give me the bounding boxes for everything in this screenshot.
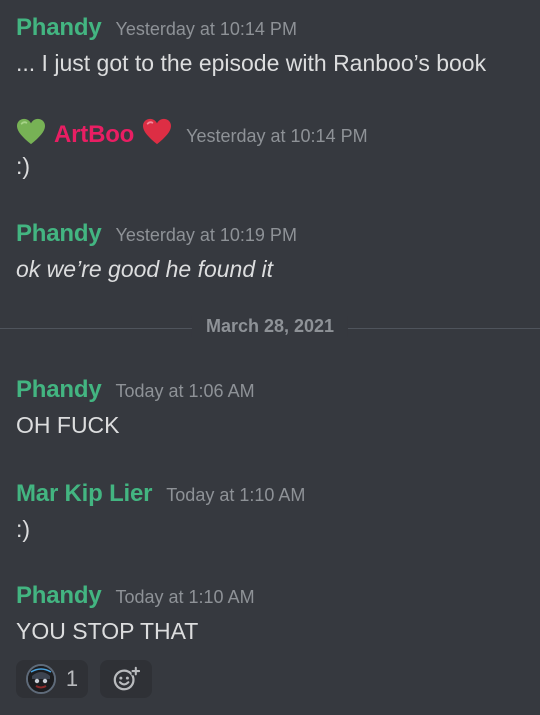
message-header: Phandy Yesterday at 10:14 PM	[16, 14, 530, 42]
message-header: Mar Kip Lier Today at 1:10 AM	[16, 480, 530, 508]
custom-emoji-icon	[25, 664, 56, 694]
timestamp: Today at 1:10 AM	[166, 485, 306, 505]
date-divider: March 28, 2021	[0, 316, 540, 337]
author-name[interactable]: Phandy	[16, 220, 102, 248]
message: Phandy Today at 1:10 AM YOU STOP THAT	[16, 582, 530, 645]
message: Mar Kip Lier Today at 1:10 AM :)	[16, 480, 530, 543]
message-header: Phandy Today at 1:10 AM	[16, 582, 530, 610]
timestamp: Yesterday at 10:14 PM	[186, 126, 368, 146]
timestamp: Today at 1:06 AM	[115, 381, 255, 401]
reaction-button[interactable]: 1	[16, 660, 88, 698]
reaction-count: 1	[65, 666, 79, 691]
author-name[interactable]: Mar Kip Lier	[16, 480, 152, 508]
message: Phandy Yesterday at 10:14 PM ... I just …	[16, 14, 530, 77]
author-name[interactable]: Phandy	[16, 14, 102, 42]
message-header: ArtBoo Yesterday at 10:14 PM	[16, 114, 530, 149]
author-name[interactable]: Phandy	[16, 376, 102, 404]
date-divider-label: March 28, 2021	[191, 316, 349, 337]
timestamp: Today at 1:10 AM	[115, 587, 255, 607]
message: Phandy Yesterday at 10:19 PM ok we’re go…	[16, 220, 530, 283]
message-text: :)	[16, 153, 31, 179]
author-name[interactable]: Phandy	[16, 582, 102, 610]
author-name[interactable]: ArtBoo	[54, 121, 134, 149]
message: Phandy Today at 1:06 AM OH FUCK	[16, 376, 530, 439]
message-text: YOU STOP THAT	[16, 618, 199, 644]
timestamp: Yesterday at 10:14 PM	[115, 19, 297, 39]
add-reaction-icon	[112, 665, 140, 693]
message-text: ok we’re good he found it	[16, 256, 274, 282]
timestamp: Yesterday at 10:19 PM	[115, 225, 297, 245]
message-text: :)	[16, 516, 31, 542]
message-text: ... I just got to the episode with Ranbo…	[16, 50, 487, 76]
message: ArtBoo Yesterday at 10:14 PM :)	[16, 114, 530, 180]
reactions-bar: 1	[16, 660, 152, 698]
message-header: Phandy Yesterday at 10:19 PM	[16, 220, 530, 248]
add-reaction-button[interactable]	[100, 660, 152, 698]
message-header: Phandy Today at 1:06 AM	[16, 376, 530, 404]
red-heart-icon	[142, 118, 172, 146]
message-text: OH FUCK	[16, 412, 120, 438]
green-heart-icon	[16, 118, 46, 146]
